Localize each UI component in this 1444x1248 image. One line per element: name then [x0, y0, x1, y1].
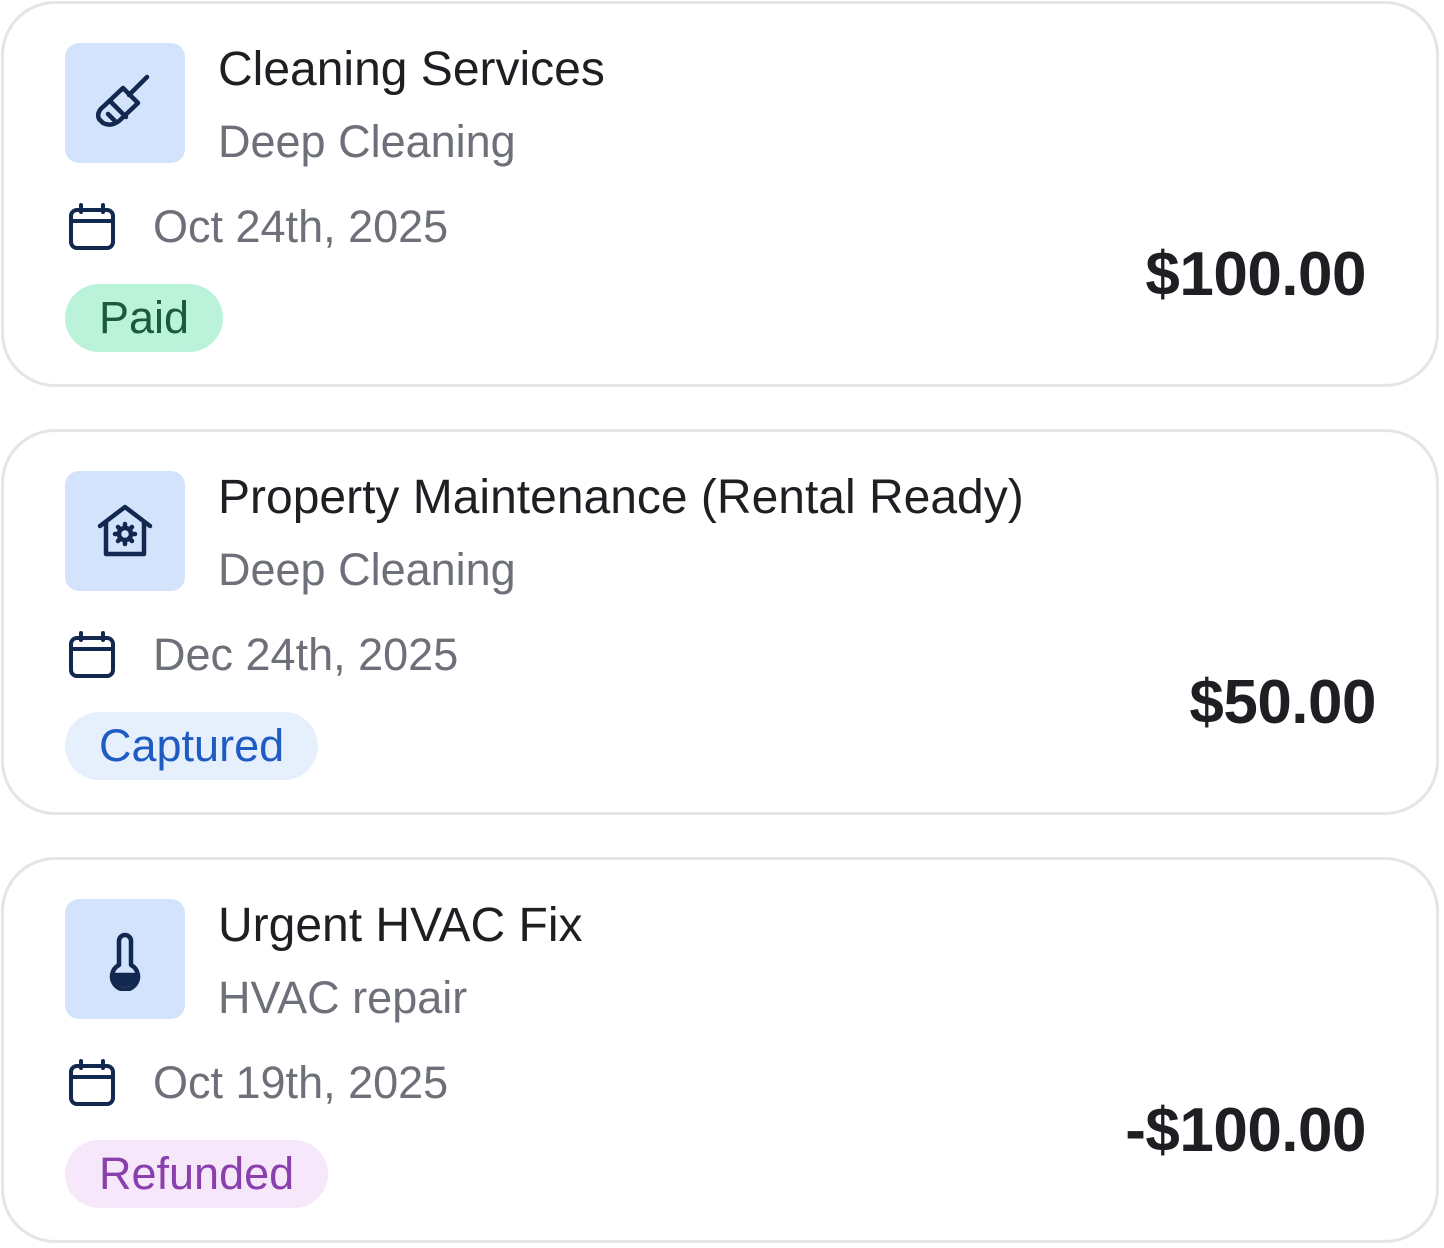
calendar-icon	[69, 1059, 115, 1106]
category-icon-tile	[65, 899, 185, 1019]
date-row: Dec 24th, 2025	[67, 628, 458, 682]
transaction-date: Oct 24th, 2025	[153, 201, 449, 252]
transaction-date: Oct 19th, 2025	[153, 1057, 449, 1108]
transaction-card[interactable]: Urgent HVAC Fix HVAC repair Oct 19th, 20…	[1, 857, 1439, 1243]
service-title: Urgent HVAC Fix	[218, 899, 583, 952]
transaction-date: Dec 24th, 2025	[153, 629, 459, 680]
category-icon-tile	[65, 471, 185, 591]
service-subtitle: Deep Cleaning	[218, 544, 516, 595]
transaction-amount: -$100.00	[1125, 1096, 1366, 1165]
service-title: Cleaning Services	[218, 43, 605, 96]
house-gear-icon	[97, 504, 153, 557]
service-subtitle: Deep Cleaning	[218, 116, 516, 167]
transaction-card[interactable]: Property Maintenance (Rental Ready) Deep…	[1, 429, 1439, 815]
calendar-icon	[69, 631, 115, 678]
transaction-amount: $50.00	[1189, 668, 1376, 737]
status-badge: Captured	[65, 712, 319, 780]
status-badge: Refunded	[65, 1140, 329, 1208]
service-subtitle: HVAC repair	[218, 972, 468, 1023]
category-icon-tile	[65, 43, 185, 163]
calendar-icon	[69, 203, 115, 250]
transaction-card[interactable]: Cleaning Services Deep Cleaning Oct 24th…	[1, 1, 1439, 387]
thermometer-icon	[109, 932, 141, 991]
date-row: Oct 24th, 2025	[67, 200, 448, 254]
transaction-amount: $100.00	[1145, 240, 1366, 309]
service-title: Property Maintenance (Rental Ready)	[218, 471, 1024, 524]
broom-icon	[95, 74, 150, 127]
status-badge: Paid	[65, 284, 224, 352]
date-row: Oct 19th, 2025	[67, 1056, 448, 1110]
